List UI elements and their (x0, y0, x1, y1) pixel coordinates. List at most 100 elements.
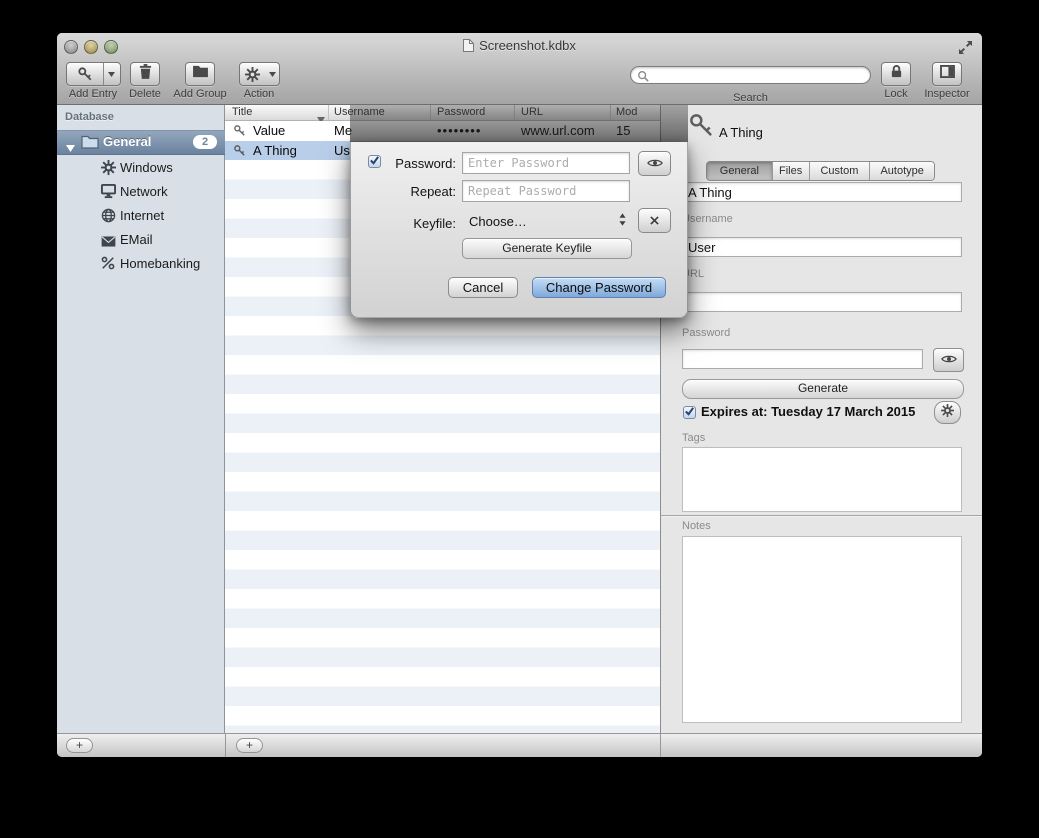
percent-icon (101, 256, 115, 275)
inspector-label: Inspector (915, 88, 979, 100)
window-title: Screenshot.kdbx (479, 38, 576, 53)
pane-divider (660, 734, 661, 757)
action-label: Action (231, 88, 287, 100)
sidebar-item-label: Network (120, 184, 168, 199)
fullscreen-icon[interactable] (959, 41, 973, 55)
reveal-password-button[interactable] (933, 348, 964, 372)
inspector-toggle-button[interactable] (932, 62, 962, 86)
add-group-plus-button[interactable]: + (66, 738, 93, 753)
inspector-entry-title: A Thing (719, 125, 763, 140)
sidebar-item-email[interactable]: EMail (57, 228, 225, 252)
expires-settings-button[interactable] (934, 401, 961, 424)
sidebar: Database General 2 Windows Network Inter… (57, 105, 225, 733)
add-group-toolbar-item: Add Group (162, 62, 238, 86)
change-password-button[interactable]: Change Password (532, 277, 666, 298)
title-field[interactable] (682, 182, 962, 202)
eye-icon (647, 155, 663, 173)
tags-label: Tags (682, 432, 705, 444)
tags-field[interactable] (682, 447, 962, 512)
entry-title: A Thing (253, 143, 297, 158)
clear-keyfile-button[interactable] (638, 208, 671, 233)
gear-icon (101, 160, 116, 180)
display-icon (101, 184, 116, 204)
column-header-title[interactable]: Title (232, 106, 252, 118)
add-entry-button[interactable] (66, 62, 121, 86)
add-group-button[interactable] (185, 62, 215, 86)
gear-icon (941, 404, 954, 422)
tab-files[interactable]: Files (772, 162, 809, 180)
tab-autotype[interactable]: Autotype (869, 162, 934, 180)
lock-icon (890, 64, 903, 84)
entry-title: Value (253, 123, 285, 138)
search-input[interactable] (630, 66, 871, 84)
document-icon (463, 39, 474, 52)
inspector-divider (661, 515, 982, 517)
app-window: Screenshot.kdbx Add Entry Delete (57, 33, 982, 757)
url-field[interactable] (682, 292, 962, 312)
action-toolbar-item: Action (231, 62, 287, 86)
username-field[interactable] (682, 237, 962, 257)
gear-icon (240, 63, 266, 85)
key-icon (687, 111, 715, 144)
check-icon (369, 153, 380, 171)
disclosure-triangle-icon[interactable] (66, 139, 75, 157)
change-password-sheet: Password: Repeat: Keyfile: Choose… Gener… (350, 142, 688, 318)
notes-field[interactable] (682, 536, 962, 723)
check-icon (684, 404, 695, 422)
group-count-badge: 2 (193, 135, 217, 149)
action-button[interactable] (239, 62, 280, 86)
group-folder-icon (81, 135, 99, 154)
set-password-checkbox[interactable] (368, 155, 381, 168)
envelope-icon (101, 234, 116, 252)
key-icon (233, 124, 246, 142)
sheet-shadow (350, 105, 688, 142)
sidebar-section-header: Database (65, 111, 114, 123)
password-field[interactable] (682, 349, 923, 369)
close-icon (650, 212, 659, 230)
expires-label: Expires at: Tuesday 17 March 2015 (701, 404, 915, 419)
expires-checkbox[interactable] (683, 406, 696, 419)
trash-icon (139, 64, 152, 84)
sheet-repeat-input[interactable] (462, 180, 630, 202)
sidebar-item-label: EMail (120, 232, 153, 247)
delete-button[interactable] (130, 62, 160, 86)
generate-password-button[interactable]: Generate (682, 379, 964, 399)
sidebar-item-homebanking[interactable]: Homebanking (57, 252, 225, 276)
key-icon (233, 144, 246, 162)
inspector-panel-icon (940, 65, 955, 83)
sidebar-item-label: Windows (120, 160, 173, 175)
sidebar-item-internet[interactable]: Internet (57, 204, 225, 228)
sidebar-item-label: Internet (120, 208, 164, 223)
lock-button[interactable] (881, 62, 911, 86)
sidebar-item-windows[interactable]: Windows (57, 156, 225, 180)
add-entry-plus-button[interactable]: + (236, 738, 263, 753)
sidebar-group-label: General (103, 134, 151, 149)
popup-stepper-icon[interactable] (619, 213, 626, 231)
sheet-reveal-password-button[interactable] (638, 151, 671, 176)
inspector-panel: A Thing General Files Custom Autotype Us… (660, 105, 982, 733)
key-icon (67, 63, 103, 85)
generate-keyfile-button[interactable]: Generate Keyfile (462, 238, 632, 259)
pane-divider (225, 734, 226, 757)
sidebar-item-general[interactable]: General 2 (57, 130, 225, 155)
sheet-password-label: Password: (387, 156, 456, 171)
search-icon (637, 69, 649, 87)
password-label: Password (682, 327, 730, 339)
add-group-label: Add Group (162, 88, 238, 100)
sheet-password-input[interactable] (462, 152, 630, 174)
sheet-keyfile-label: Keyfile: (387, 216, 456, 231)
cancel-button[interactable]: Cancel (448, 277, 518, 298)
globe-icon (101, 208, 116, 228)
notes-label: Notes (682, 520, 711, 532)
username-label: Username (682, 213, 733, 225)
chevron-down-icon (266, 63, 279, 85)
window-chrome: Screenshot.kdbx Add Entry Delete (57, 33, 982, 105)
tab-general[interactable]: General (707, 162, 772, 180)
sheet-repeat-label: Repeat: (387, 184, 456, 199)
tab-custom[interactable]: Custom (809, 162, 870, 180)
folder-icon (192, 65, 209, 83)
window-titlebar: Screenshot.kdbx (57, 38, 982, 53)
entry-username: Us (334, 143, 350, 158)
keyfile-popup[interactable]: Choose… (469, 214, 527, 229)
sidebar-item-network[interactable]: Network (57, 180, 225, 204)
